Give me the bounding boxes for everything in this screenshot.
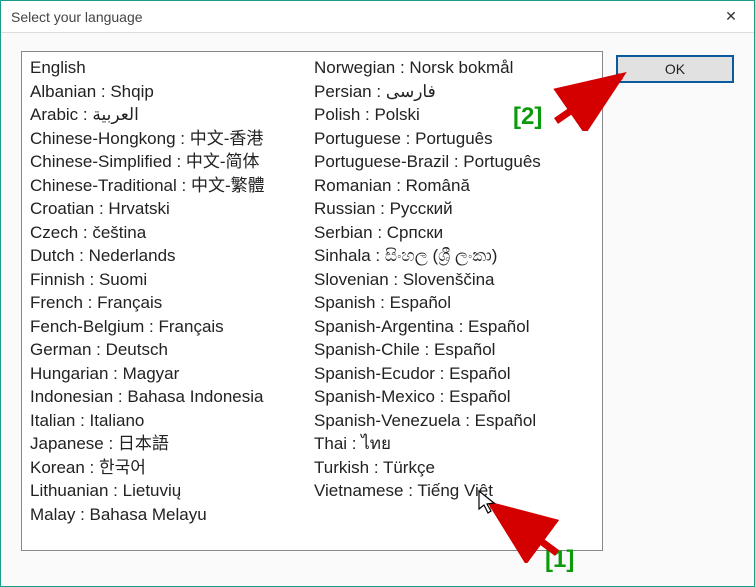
language-option[interactable]: Chinese-Traditional : 中文-繁體	[28, 174, 312, 198]
language-select-dialog: Select your language ✕ EnglishAlbanian :…	[0, 0, 755, 587]
language-option[interactable]: Hungarian : Magyar	[28, 362, 312, 386]
close-icon: ✕	[725, 8, 737, 25]
language-option[interactable]: Spanish-Ecudor : Español	[312, 362, 596, 386]
language-option[interactable]: Portuguese-Brazil : Português	[312, 150, 596, 174]
window-title: Select your language	[11, 9, 708, 25]
language-option[interactable]: Spanish : Español	[312, 291, 596, 315]
language-option[interactable]: Korean : 한국어	[28, 456, 312, 480]
close-button[interactable]: ✕	[708, 1, 754, 33]
language-option[interactable]: Japanese : 日本語	[28, 432, 312, 456]
language-option[interactable]: Slovenian : Slovenščina	[312, 268, 596, 292]
titlebar: Select your language ✕	[1, 1, 754, 33]
ok-button-label: OK	[665, 61, 685, 77]
language-option[interactable]: Lithuanian : Lietuvių	[28, 479, 312, 503]
language-option[interactable]: English	[28, 56, 312, 80]
language-option[interactable]: Indonesian : Bahasa Indonesia	[28, 385, 312, 409]
language-option[interactable]: German : Deutsch	[28, 338, 312, 362]
language-option[interactable]: Spanish-Argentina : Español	[312, 315, 596, 339]
language-option[interactable]: Croatian : Hrvatski	[28, 197, 312, 221]
language-option[interactable]: French : Français	[28, 291, 312, 315]
language-option[interactable]: Albanian : Shqip	[28, 80, 312, 104]
language-option[interactable]: Malay : Bahasa Melayu	[28, 503, 312, 527]
ok-button[interactable]: OK	[616, 55, 734, 83]
language-option[interactable]: Norwegian : Norsk bokmål	[312, 56, 596, 80]
language-option[interactable]: Russian : Русский	[312, 197, 596, 221]
language-option[interactable]: Turkish : Türkçe	[312, 456, 596, 480]
language-option[interactable]: Arabic : العربية	[28, 103, 312, 127]
language-option[interactable]: Dutch : Nederlands	[28, 244, 312, 268]
language-option[interactable]: Spanish-Mexico : Español	[312, 385, 596, 409]
language-option[interactable]: Thai : ไทย	[312, 432, 596, 456]
language-option[interactable]: Fench-Belgium : Français	[28, 315, 312, 339]
language-option[interactable]: Polish : Polski	[312, 103, 596, 127]
language-option[interactable]: Vietnamese : Tiếng Việt	[312, 479, 596, 503]
language-option[interactable]: Chinese-Hongkong : 中文-香港	[28, 127, 312, 151]
language-option[interactable]: Romanian : Română	[312, 174, 596, 198]
language-option[interactable]: Spanish-Chile : Español	[312, 338, 596, 362]
language-option[interactable]: Italian : Italiano	[28, 409, 312, 433]
language-option[interactable]: Czech : čeština	[28, 221, 312, 245]
language-option[interactable]: Finnish : Suomi	[28, 268, 312, 292]
language-option[interactable]: Portuguese : Português	[312, 127, 596, 151]
language-option[interactable]: Chinese-Simplified : 中文-简体	[28, 150, 312, 174]
language-option[interactable]: Sinhala : සිංහල (ශ්‍රී ලංකා)	[312, 244, 596, 268]
language-option[interactable]: Spanish-Venezuela : Español	[312, 409, 596, 433]
language-listbox[interactable]: EnglishAlbanian : ShqipArabic : العربيةC…	[21, 51, 603, 551]
language-option[interactable]: Persian : فارسی	[312, 80, 596, 104]
language-option[interactable]: Serbian : Српски	[312, 221, 596, 245]
